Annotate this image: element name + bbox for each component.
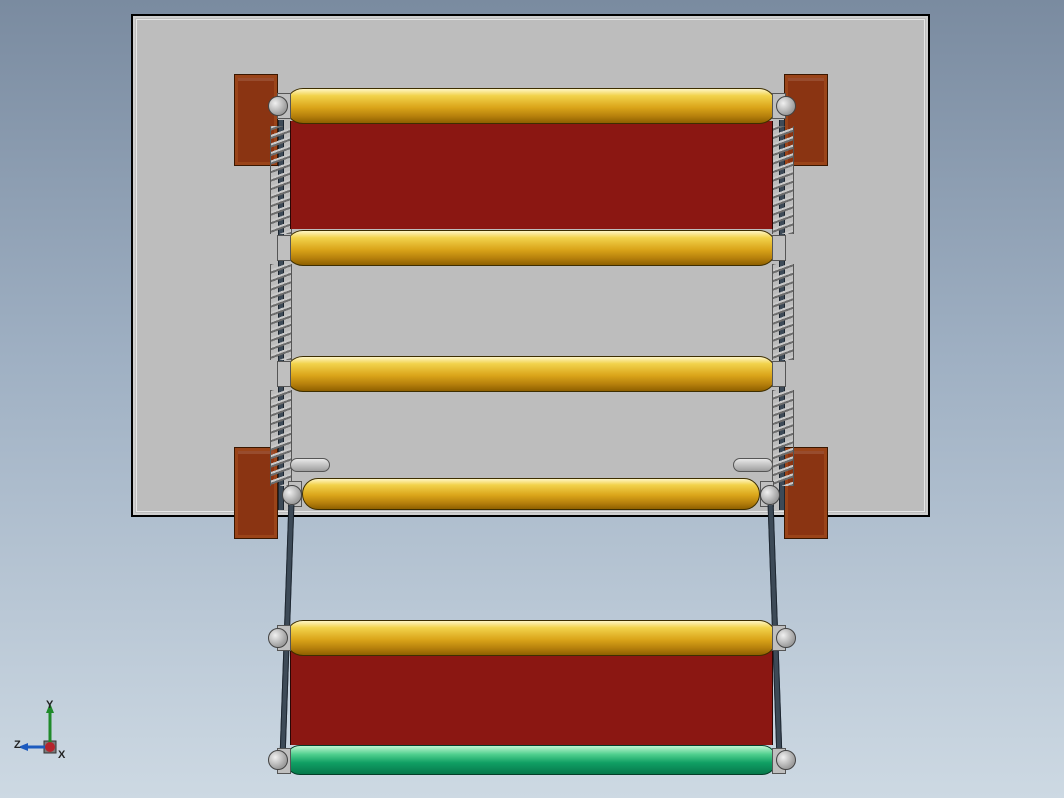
spring-right-1 bbox=[772, 126, 794, 234]
spring-left-1 bbox=[270, 126, 292, 234]
spring-right-3 bbox=[772, 390, 794, 486]
roller-green-6 bbox=[285, 745, 777, 775]
roller-gold-3 bbox=[285, 356, 777, 392]
spring-left-2 bbox=[270, 264, 292, 360]
roller1-cap-left bbox=[268, 96, 288, 116]
axis-triad: Y Z X bbox=[20, 703, 80, 763]
axis-label-x: X bbox=[58, 749, 65, 761]
axis-triad-svg bbox=[20, 703, 80, 763]
roller6-cap-left bbox=[268, 750, 288, 770]
spring-left-3 bbox=[270, 390, 292, 486]
roller6-cap-right bbox=[776, 750, 796, 770]
roller4-cap-left bbox=[282, 485, 302, 505]
roller4-cap-right bbox=[760, 485, 780, 505]
roller-gold-4 bbox=[302, 478, 760, 510]
roller1-cap-right bbox=[776, 96, 796, 116]
spring-right-2 bbox=[772, 264, 794, 360]
roller2-clip-left bbox=[277, 235, 291, 261]
roller5-cap-left bbox=[268, 628, 288, 648]
roller-gold-2 bbox=[285, 230, 777, 266]
web-panel-lower bbox=[290, 651, 773, 745]
roller3-clip-left bbox=[277, 361, 291, 387]
roller2-clip-right bbox=[772, 235, 786, 261]
axis-label-y: Y bbox=[46, 699, 53, 711]
cad-viewport[interactable]: Y Z X bbox=[0, 0, 1064, 798]
roller3-clip-right bbox=[772, 361, 786, 387]
roller-gold-1 bbox=[285, 88, 777, 124]
roller-gold-5 bbox=[285, 620, 777, 656]
web-panel-upper bbox=[290, 121, 773, 229]
roller5-cap-right bbox=[776, 628, 796, 648]
hinge-pin-left bbox=[290, 458, 330, 472]
axis-label-z: Z bbox=[14, 739, 21, 751]
hinge-pin-right bbox=[733, 458, 773, 472]
